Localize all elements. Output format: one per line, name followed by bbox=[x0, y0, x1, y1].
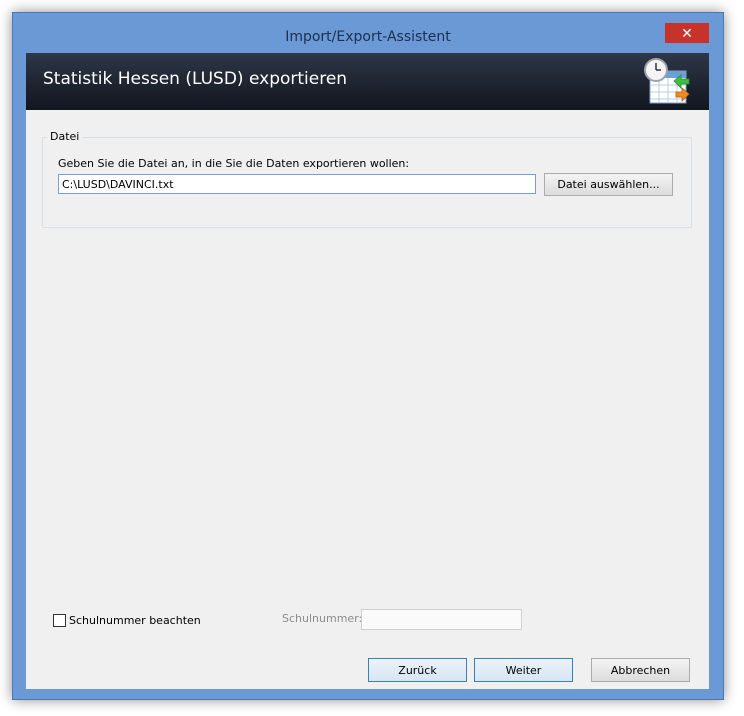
file-path-input[interactable] bbox=[58, 174, 536, 194]
schulnummer-input[interactable] bbox=[361, 609, 522, 630]
page-title: Statistik Hessen (LUSD) exportieren bbox=[43, 69, 348, 89]
back-button[interactable]: Zurück bbox=[368, 658, 467, 682]
import-export-dialog: Import/Export-Assistent ✕ Statistik Hess… bbox=[12, 12, 724, 700]
file-group-legend: Datei bbox=[47, 130, 83, 143]
header-banner: Statistik Hessen (LUSD) exportieren bbox=[26, 53, 709, 110]
window-title: Import/Export-Assistent bbox=[285, 29, 451, 45]
schulnummer-checkbox-label: Schulnummer beachten bbox=[69, 613, 201, 627]
calendar-clock-export-icon bbox=[644, 58, 690, 104]
dialog-body: Statistik Hessen (LUSD) exportieren Date… bbox=[26, 53, 709, 689]
schulnummer-checkbox-row[interactable]: Schulnummer beachten bbox=[53, 612, 201, 628]
close-button[interactable]: ✕ bbox=[665, 23, 709, 43]
schulnummer-checkbox[interactable] bbox=[53, 613, 66, 627]
next-button[interactable]: Weiter bbox=[474, 658, 573, 682]
choose-file-button[interactable]: Datei auswählen... bbox=[544, 173, 673, 196]
cancel-button[interactable]: Abbrechen bbox=[591, 658, 690, 682]
schulnummer-label: Schulnummer: bbox=[282, 612, 363, 625]
close-icon: ✕ bbox=[681, 26, 693, 42]
file-prompt-label: Geben Sie die Datei an, in die Sie die D… bbox=[58, 157, 410, 170]
